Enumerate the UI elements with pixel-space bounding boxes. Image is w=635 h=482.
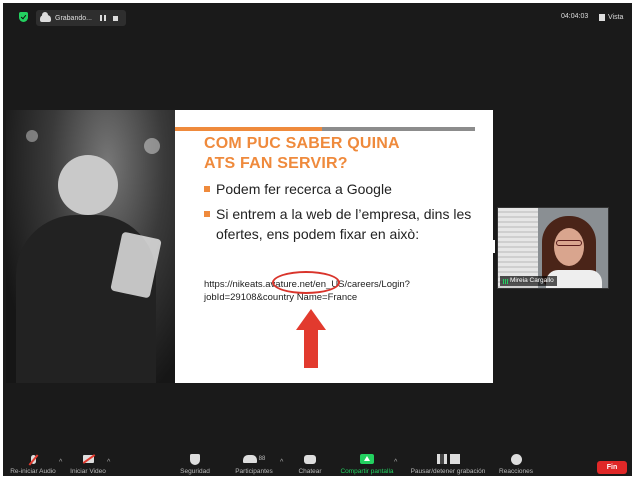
security-shield-icon	[190, 453, 200, 465]
speaker-glasses	[556, 240, 582, 246]
end-meeting-button[interactable]: Fin	[597, 461, 627, 474]
speaker-name: Mireia Cargallo	[510, 277, 554, 284]
participants-button[interactable]: 88 Participantes	[228, 450, 280, 476]
slide-title: COM PUC SABER QUINA ATS FAN SERVIR?	[204, 134, 484, 174]
security-label: Seguridad	[180, 468, 210, 475]
participants-options-caret-icon[interactable]: ^	[280, 459, 283, 466]
annotation-arrow-shaft	[304, 329, 318, 368]
shared-screen-slide: COM PUC SABER QUINA ATS FAN SERVIR? Pode…	[6, 110, 493, 383]
signal-strength-icon	[503, 278, 508, 284]
share-screen-label: Compartir pantalla	[340, 468, 394, 475]
video-label: Iniciar Video	[70, 468, 106, 475]
stop-recording-icon[interactable]	[112, 15, 118, 21]
slide-photo-woman-with-phone	[6, 110, 175, 383]
pause-recording-icon[interactable]	[99, 15, 106, 21]
view-button[interactable]: Vista	[599, 10, 633, 24]
participants-icon	[242, 455, 257, 463]
slide-url-text: https://nikeats.avature.net/en_US/career…	[204, 279, 410, 303]
view-grid-icon	[599, 13, 605, 21]
slide-accent-line-gray	[322, 127, 475, 131]
security-shield-icon[interactable]	[19, 12, 28, 22]
security-button[interactable]: Seguridad	[175, 450, 215, 476]
slide-bullet-list: Podem fer recerca a Google Si entrem a l…	[204, 179, 479, 249]
audio-button[interactable]: Re-iniciar Audio	[9, 450, 57, 476]
meeting-timer: 04:04:03	[561, 13, 589, 20]
muted-microphone-icon	[30, 454, 36, 464]
recording-control-button[interactable]: Pausar/detener grabación	[405, 450, 491, 476]
recording-control-label: Pausar/detener grabación	[410, 468, 486, 475]
slide-bullet-2: Si entrem a la web de l’empresa, dins le…	[204, 204, 479, 244]
audio-label: Re-iniciar Audio	[10, 468, 56, 475]
reactions-smiley-icon	[510, 453, 522, 465]
photo-face	[58, 155, 118, 215]
stop-recording-icon	[449, 454, 460, 464]
slide-accent-line-orange	[175, 127, 322, 131]
share-options-caret-icon[interactable]: ^	[394, 459, 397, 466]
speaker-face	[554, 228, 584, 266]
slide-bullet-1: Podem fer recerca a Google	[204, 179, 479, 199]
slide-title-line-2: ATS FAN SERVIR?	[204, 155, 348, 172]
share-screen-icon	[360, 454, 374, 464]
cloud-recording-icon	[40, 11, 51, 22]
recording-indicator: Grabando...	[36, 10, 126, 26]
annotation-circle	[272, 271, 340, 294]
reactions-label: Reacciones	[499, 468, 533, 475]
speaker-video-thumbnail[interactable]: Mireia Cargallo	[497, 207, 609, 289]
view-label: Vista	[608, 13, 624, 21]
gallery-resize-handle[interactable]	[493, 240, 495, 253]
share-screen-button[interactable]: Compartir pantalla	[335, 450, 399, 476]
slide-title-line-1: COM PUC SABER QUINA	[204, 135, 400, 152]
meeting-top-bar: Grabando... 04:04:03 Vista	[3, 3, 632, 31]
speaker-name-tag: Mireia Cargallo	[500, 276, 557, 286]
video-button[interactable]: Iniciar Video	[70, 450, 106, 476]
chat-bubble-icon	[304, 454, 316, 464]
chat-button[interactable]: Chatear	[294, 450, 326, 476]
recording-status-label: Grabando...	[55, 14, 92, 22]
video-options-caret-icon[interactable]: ^	[107, 459, 110, 466]
participants-label: Participantes	[235, 468, 273, 475]
meeting-toolbar: Re-iniciar Audio ^ Iniciar Video ^ Segur…	[3, 450, 632, 476]
audio-options-caret-icon[interactable]: ^	[59, 459, 62, 466]
stopped-camera-icon	[82, 455, 94, 463]
reactions-button[interactable]: Reacciones	[496, 450, 536, 476]
chat-label: Chatear	[298, 468, 322, 475]
participants-count: 88	[258, 456, 266, 462]
pause-recording-icon	[436, 454, 447, 464]
annotation-arrow-head	[296, 309, 326, 330]
